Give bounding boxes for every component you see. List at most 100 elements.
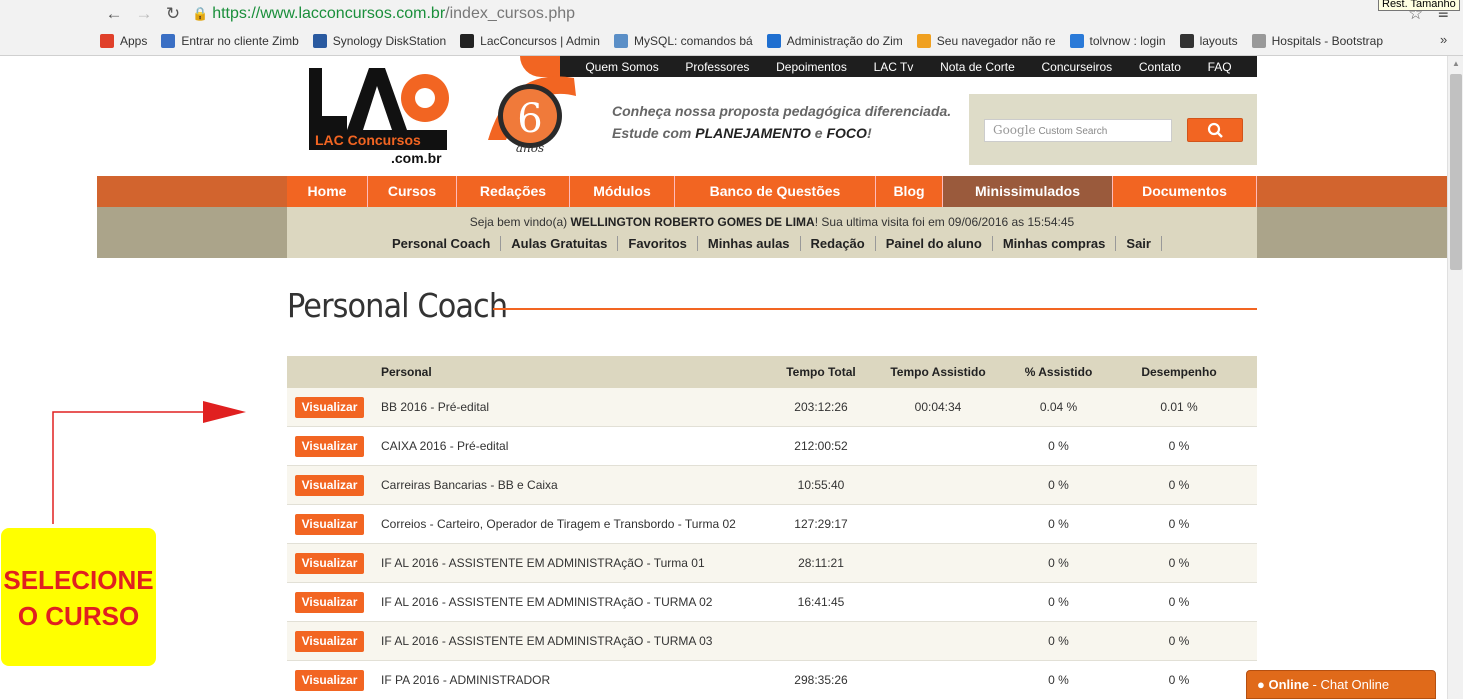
performance: 0.01 % bbox=[1160, 400, 1198, 414]
table-row: Visualizar CAIXA 2016 - Pré-edital 212:00:… bbox=[287, 427, 1257, 466]
action-cell: Visualizar bbox=[287, 474, 374, 496]
mainnav-item[interactable]: Banco de Questões bbox=[675, 176, 876, 207]
visualizar-button[interactable]: Visualizar bbox=[295, 435, 364, 457]
user-link[interactable]: Minhas aulas bbox=[698, 236, 801, 251]
google-label: Google bbox=[993, 123, 1036, 137]
header-cell: Desempenho bbox=[1141, 365, 1217, 379]
scrollbar-thumb[interactable] bbox=[1450, 74, 1462, 270]
bookmark-item[interactable]: tolvnow : login bbox=[1069, 34, 1166, 48]
bookmark-item[interactable]: Hospitals - Bootstrap bbox=[1251, 34, 1383, 48]
mainnav-item[interactable]: Minissimulados bbox=[943, 176, 1113, 207]
search-input[interactable]: Google Custom Search bbox=[984, 119, 1172, 142]
bookmark-item[interactable]: layouts bbox=[1179, 34, 1238, 48]
watched-percent: 0 % bbox=[1048, 478, 1069, 492]
topnav-link[interactable]: Professores bbox=[685, 60, 749, 74]
mainnav-item[interactable]: Documentos bbox=[1113, 176, 1257, 207]
url-path: /index_cursos.php bbox=[445, 5, 576, 22]
user-link[interactable]: Personal Coach bbox=[382, 236, 502, 251]
header-cell: Tempo Assistido bbox=[890, 365, 986, 379]
search-button[interactable] bbox=[1187, 118, 1243, 142]
reload-icon[interactable]: ↻ bbox=[163, 4, 183, 24]
watched-percent: 0 % bbox=[1048, 517, 1069, 531]
header-cell: Personal bbox=[381, 365, 432, 379]
page-title: Personal Coach bbox=[287, 286, 508, 325]
user-links: Personal Coach Aulas Gratuitas Favoritos Mi… bbox=[287, 236, 1257, 251]
user-link[interactable]: Painel do aluno bbox=[876, 236, 993, 251]
visualizar-button[interactable]: Visualizar bbox=[295, 591, 364, 613]
user-link[interactable]: Favoritos bbox=[618, 236, 698, 251]
table-row: Visualizar IF PA 2016 - ADMINISTRADOR 298:… bbox=[287, 661, 1257, 699]
user-link[interactable]: Redação bbox=[801, 236, 876, 251]
table-body: Visualizar BB 2016 - Pré-edital 203:12:26 0… bbox=[287, 388, 1257, 699]
bookmark-item[interactable]: Entrar no cliente Zimb bbox=[161, 34, 299, 48]
logo-sub-text: LAC Concursos bbox=[315, 132, 421, 148]
bookmark-label: Seu navegador não re bbox=[936, 34, 1056, 48]
topnav-link[interactable]: LAC Tv bbox=[874, 60, 914, 74]
address-bar[interactable]: 🔒 https://www.lacconcursos.com.br/index_c… bbox=[192, 3, 1372, 25]
mainnav-item[interactable]: Cursos bbox=[368, 176, 457, 207]
total-time: 16:41:45 bbox=[797, 595, 845, 609]
mainnav-item[interactable]: Redações bbox=[457, 176, 570, 207]
action-cell: Visualizar bbox=[287, 513, 374, 535]
mainnav-item[interactable]: Home bbox=[287, 176, 368, 207]
visualizar-button[interactable]: Visualizar bbox=[295, 552, 364, 574]
performance: 0 % bbox=[1168, 517, 1190, 531]
callout-line-1: SELECIONE bbox=[3, 565, 154, 595]
scroll-up-icon[interactable]: ▲ bbox=[1452, 59, 1460, 68]
site-logo[interactable]: LAC Concursos .com.br bbox=[307, 66, 449, 166]
slogan: Conheça nossa proposta pedagógica difere… bbox=[612, 100, 951, 144]
topnav-link[interactable]: Quem Somos bbox=[585, 60, 658, 74]
chat-online-button[interactable]: ● Online - Chat Online bbox=[1246, 670, 1436, 699]
welcome-panel: Seja bem vindo(a) WELLINGTON ROBERTO GOM… bbox=[287, 207, 1257, 258]
page-icon bbox=[1251, 34, 1266, 48]
bookmark-item[interactable]: MySQL: comandos bá bbox=[613, 34, 753, 48]
back-icon[interactable]: ← bbox=[104, 4, 124, 24]
bookmark-item[interactable]: Apps bbox=[100, 34, 147, 48]
mainnav-item[interactable]: Módulos bbox=[570, 176, 675, 207]
bookmark-item[interactable]: Seu navegador não re bbox=[916, 34, 1056, 48]
badge-number: 6 bbox=[517, 96, 542, 142]
visualizar-button[interactable]: Visualizar bbox=[295, 474, 364, 496]
bookmark-label: Entrar no cliente Zimb bbox=[181, 34, 299, 48]
user-link[interactable]: Sair bbox=[1116, 236, 1162, 251]
callout-line-2: O CURSO bbox=[17, 601, 140, 631]
user-link[interactable]: Aulas Gratuitas bbox=[501, 236, 619, 251]
performance: 0 % bbox=[1168, 673, 1190, 687]
forward-icon[interactable]: → bbox=[134, 4, 154, 24]
topnav-link[interactable]: Depoimentos bbox=[776, 60, 847, 74]
search-placeholder: Custom Search bbox=[1038, 126, 1108, 137]
performance: 0 % bbox=[1168, 478, 1190, 492]
bookmark-item[interactable]: LacConcursos | Admin bbox=[460, 34, 600, 48]
slogan-line-2: Estude com PLANEJAMENTO e FOCO! bbox=[612, 125, 872, 141]
watched-time: 00:04:34 bbox=[914, 400, 962, 414]
visualizar-button[interactable]: Visualizar bbox=[295, 396, 364, 418]
action-cell: Visualizar bbox=[287, 435, 374, 457]
bookmark-item[interactable]: Synology DiskStation bbox=[312, 34, 447, 48]
mainnav-item[interactable]: Blog bbox=[876, 176, 943, 207]
bookmarks-overflow-icon[interactable]: » bbox=[1440, 32, 1447, 47]
user-link[interactable]: Minhas compras bbox=[993, 236, 1117, 251]
bookmark-item[interactable]: Administração do Zim bbox=[766, 34, 903, 48]
topnav-link[interactable]: Nota de Corte bbox=[940, 60, 1015, 74]
lac-icon bbox=[460, 34, 475, 48]
table-row: Visualizar Carreiras Bancarias - BB e Cai… bbox=[287, 466, 1257, 505]
page-scrollbar[interactable]: ▲ bbox=[1447, 56, 1463, 699]
total-time: 203:12:26 bbox=[794, 400, 848, 414]
visualizar-button[interactable]: Visualizar bbox=[295, 669, 364, 691]
topnav-link[interactable]: FAQ bbox=[1208, 60, 1232, 74]
logo-domain-text: .com.br bbox=[391, 150, 442, 166]
bookmark-label: tolvnow : login bbox=[1089, 34, 1166, 48]
bookmark-label: LacConcursos | Admin bbox=[480, 34, 600, 48]
bookmark-label: Synology DiskStation bbox=[332, 34, 447, 48]
course-name: IF AL 2016 - ASSISTENTE EM ADMINISTRAçãO… bbox=[381, 595, 713, 609]
course-name: Carreiras Bancarias - BB e Caixa bbox=[381, 478, 558, 492]
topnav-link[interactable]: Concurseiros bbox=[1041, 60, 1112, 74]
topnav-link[interactable]: Contato bbox=[1139, 60, 1181, 74]
bookmarks-bar: Apps Entrar no cliente Zimb Synology DiskS… bbox=[100, 30, 1397, 52]
search-panel: Google Custom Search bbox=[969, 94, 1257, 165]
visualizar-button[interactable]: Visualizar bbox=[295, 630, 364, 652]
visualizar-button[interactable]: Visualizar bbox=[295, 513, 364, 535]
dsm-icon bbox=[312, 34, 327, 48]
table-row: Visualizar IF AL 2016 - ASSISTENTE EM ADM… bbox=[287, 583, 1257, 622]
action-cell: Visualizar bbox=[287, 630, 374, 652]
